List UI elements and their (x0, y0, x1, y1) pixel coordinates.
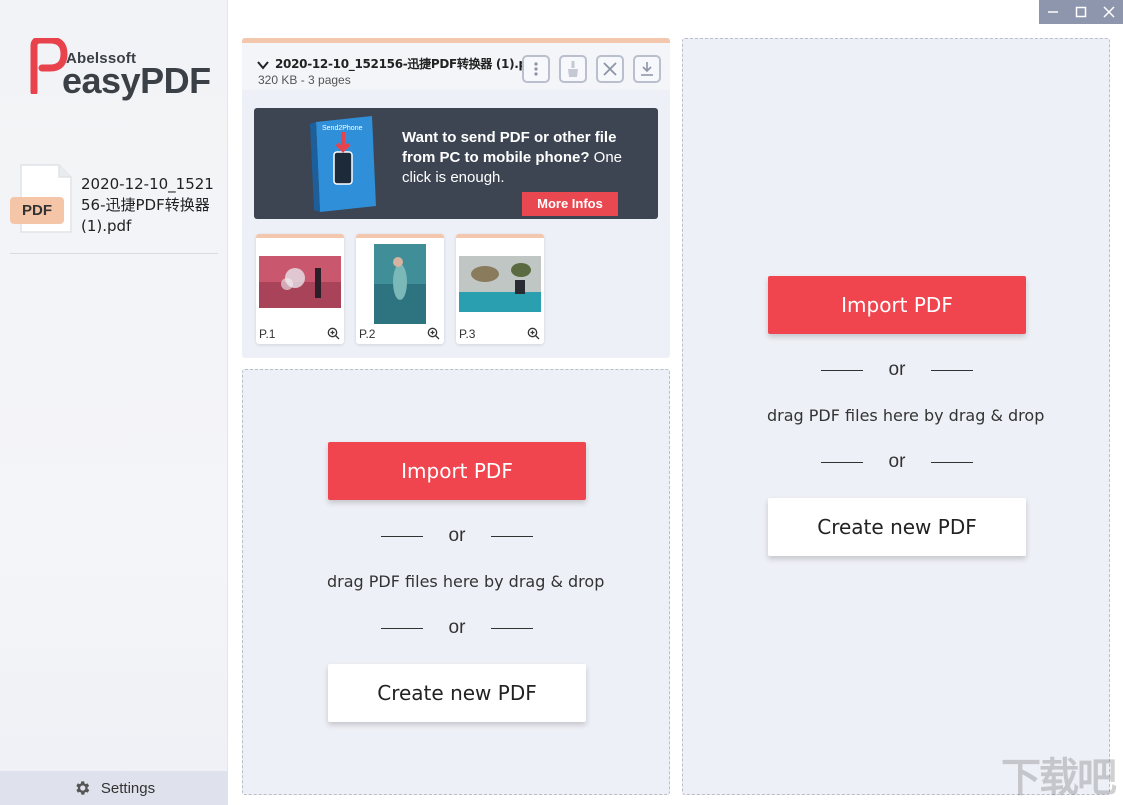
download-icon (641, 62, 653, 76)
send2phone-product-box-icon: Send2Phone (310, 116, 376, 212)
drag-drop-hint: drag PDF files here by drag & drop (327, 572, 605, 591)
maximize-button[interactable] (1067, 0, 1095, 24)
file-meta: 320 KB - 3 pages (258, 73, 351, 87)
chevron-down-icon[interactable] (256, 58, 270, 72)
page-1-image (259, 256, 341, 308)
page-thumbnail[interactable]: P.3 (456, 234, 544, 344)
zoom-in-icon[interactable] (327, 327, 340, 340)
minimize-button[interactable] (1039, 0, 1067, 24)
zoom-in-icon[interactable] (427, 327, 440, 340)
more-icon (534, 62, 538, 76)
page-label: P.3 (459, 327, 476, 341)
maximize-icon (1075, 6, 1087, 18)
or-label: or (888, 451, 906, 472)
page-label: P.2 (359, 327, 376, 341)
create-new-pdf-button[interactable]: Create new PDF (768, 498, 1026, 556)
sidebar-file-item[interactable]: PDF 2020-12-10_152156-迅捷PDF转换器 (1).pdf (10, 160, 218, 254)
close-icon (603, 62, 617, 76)
file-header: 2020-12-10_152156-迅捷PDF转换器 (1).pdf 320 K… (242, 38, 670, 90)
minimize-icon (1048, 11, 1058, 13)
window-controls (1039, 0, 1123, 24)
download-button[interactable] (633, 55, 661, 83)
pdf-badge: PDF (10, 197, 64, 224)
more-infos-button[interactable]: More Infos (522, 192, 618, 216)
close-icon (1103, 6, 1115, 18)
more-options-button[interactable] (522, 55, 550, 83)
or-divider: or (381, 525, 533, 547)
ad-headline: Want to send PDF or other file from PC t… (402, 129, 617, 166)
create-new-pdf-button[interactable]: Create new PDF (328, 664, 586, 722)
page-label: P.1 (259, 327, 276, 341)
or-divider: or (821, 359, 973, 381)
drop-zone-left[interactable]: Import PDF or drag PDF files here by dra… (242, 369, 670, 795)
import-pdf-button[interactable]: Import PDF (768, 276, 1026, 334)
settings-button[interactable]: Settings (0, 771, 228, 805)
ad-product-name: Send2Phone (322, 125, 363, 132)
loaded-file-panel: 2020-12-10_152156-迅捷PDF转换器 (1).pdf 320 K… (242, 38, 670, 358)
drop-zone-right[interactable]: Import PDF or drag PDF files here by dra… (682, 38, 1110, 795)
import-pdf-button[interactable]: Import PDF (328, 442, 586, 500)
or-label: or (448, 617, 466, 638)
page-thumbnail[interactable]: P.2 (356, 234, 444, 344)
clean-button[interactable] (559, 55, 587, 83)
or-label: or (448, 525, 466, 546)
clean-icon (568, 61, 578, 77)
brand-name: easyPDF (62, 60, 211, 101)
settings-label: Settings (100, 779, 156, 797)
sidebar: Abelssoft easyPDF PDF 2020-12-10_152156-… (0, 0, 228, 805)
file-title: 2020-12-10_152156-迅捷PDF转换器 (1).pdf (275, 57, 541, 71)
or-divider: or (381, 617, 533, 639)
close-window-button[interactable] (1095, 0, 1123, 24)
gear-icon (76, 781, 90, 795)
drag-drop-hint: drag PDF files here by drag & drop (767, 406, 1045, 425)
ad-text: Want to send PDF or other file from PC t… (402, 128, 632, 188)
page-2-image (374, 244, 426, 324)
or-label: or (888, 359, 906, 380)
page-thumbnail[interactable]: P.1 (256, 234, 344, 344)
app-logo: Abelssoft easyPDF (28, 36, 211, 101)
remove-file-button[interactable] (596, 55, 624, 83)
sidebar-file-name: 2020-12-10_152156-迅捷PDF转换器 (1).pdf (81, 175, 214, 235)
or-divider: or (821, 451, 973, 473)
send2phone-ad-banner[interactable]: Send2Phone Want to send PDF or other fil… (254, 108, 658, 219)
page-3-image (459, 256, 541, 312)
watermark: 下载吧 (1001, 755, 1117, 801)
zoom-in-icon[interactable] (527, 327, 540, 340)
